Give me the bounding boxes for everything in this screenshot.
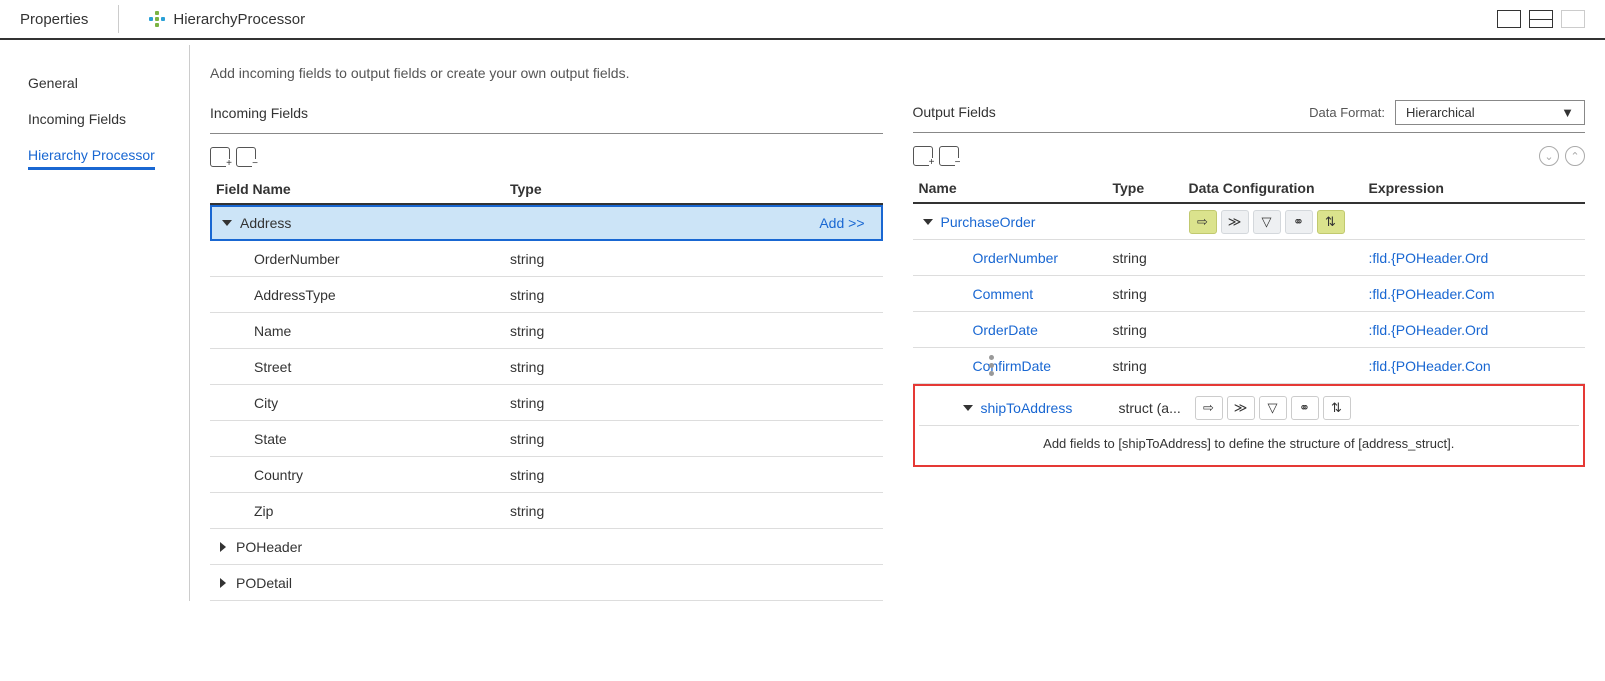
caret-right-icon[interactable] bbox=[220, 578, 226, 588]
output-row[interactable]: OrderDatestring:fld.{POHeader.Ord bbox=[913, 312, 1586, 348]
incoming-row[interactable]: Statestring bbox=[210, 421, 883, 457]
processor-name: HierarchyProcessor bbox=[173, 11, 305, 28]
layout-minimize-icon[interactable] bbox=[1561, 10, 1585, 28]
data-format-select[interactable]: Hierarchical ▼ bbox=[1395, 100, 1585, 125]
shipto-highlight: shipToAddress struct (a... ⇨ ≫ ▽ ⚭ ⇅ Add… bbox=[913, 384, 1586, 467]
header-divider bbox=[118, 5, 119, 33]
layout-switcher bbox=[1497, 10, 1585, 28]
incoming-row[interactable]: OrderNumberstring bbox=[210, 241, 883, 277]
incoming-row-address[interactable]: Address Add >> bbox=[210, 205, 883, 241]
incoming-row-group[interactable]: POHeader bbox=[210, 529, 883, 565]
incoming-row[interactable]: Zipstring bbox=[210, 493, 883, 529]
collapse-up-icon[interactable]: ⌃ bbox=[1565, 146, 1585, 166]
incoming-toolbar bbox=[210, 139, 883, 175]
processor-title: HierarchyProcessor bbox=[149, 11, 305, 28]
panel-resize-grip[interactable] bbox=[989, 355, 994, 376]
output-row-purchaseorder[interactable]: PurchaseOrder ⇨ ≫ ▽ ⚭ ⇅ bbox=[913, 204, 1586, 240]
sidebar-tabs: General Incoming Fields Hierarchy Proces… bbox=[20, 45, 190, 601]
shipto-assist-message: Add fields to [shipToAddress] to define … bbox=[919, 426, 1580, 461]
incoming-row[interactable]: Citystring bbox=[210, 385, 883, 421]
filter-icon[interactable]: ▽ bbox=[1253, 210, 1281, 234]
sidebar-item-hierarchy-processor[interactable]: Hierarchy Processor bbox=[20, 137, 189, 173]
output-col-expression: Expression bbox=[1369, 180, 1586, 196]
output-toolbar: ⌄ ⌃ bbox=[913, 138, 1586, 174]
expression-link[interactable]: :fld.{POHeader.Ord bbox=[1369, 322, 1489, 338]
filter-icon[interactable]: ▽ bbox=[1259, 396, 1287, 420]
properties-label: Properties bbox=[20, 11, 88, 28]
layout-split-icon[interactable] bbox=[1529, 10, 1553, 28]
layout-single-icon[interactable] bbox=[1497, 10, 1521, 28]
group-by-icon[interactable]: ⚭ bbox=[1285, 210, 1313, 234]
expand-all-button[interactable] bbox=[210, 147, 230, 167]
sidebar-item-general[interactable]: General bbox=[20, 65, 189, 101]
output-col-name: Name bbox=[913, 180, 1113, 196]
order-by-icon[interactable]: ⇅ bbox=[1323, 396, 1351, 420]
group-by-icon[interactable]: ⚭ bbox=[1291, 396, 1319, 420]
caret-right-icon[interactable] bbox=[220, 542, 226, 552]
caret-down-icon[interactable] bbox=[222, 220, 232, 226]
caret-down-icon[interactable] bbox=[923, 219, 933, 225]
incoming-fields-title: Incoming Fields bbox=[210, 105, 308, 121]
collapse-all-button[interactable] bbox=[939, 146, 959, 166]
incoming-sources-icon[interactable]: ⇨ bbox=[1189, 210, 1217, 234]
incoming-fields-panel: Add incoming fields to output fields or … bbox=[210, 65, 883, 601]
incoming-row[interactable]: AddressTypestring bbox=[210, 277, 883, 313]
expand-down-icon[interactable]: ⌄ bbox=[1539, 146, 1559, 166]
output-col-config: Data Configuration bbox=[1189, 180, 1369, 196]
data-format-label: Data Format: bbox=[1309, 105, 1385, 120]
output-col-type: Type bbox=[1113, 180, 1189, 196]
join-icon[interactable]: ≫ bbox=[1227, 396, 1255, 420]
output-table-header: Name Type Data Configuration Expression bbox=[913, 174, 1586, 204]
incoming-row[interactable]: Namestring bbox=[210, 313, 883, 349]
order-by-icon[interactable]: ⇅ bbox=[1317, 210, 1345, 234]
output-fields-panel: Output Fields Data Format: Hierarchical … bbox=[913, 65, 1586, 601]
output-row[interactable]: OrderNumberstring:fld.{POHeader.Ord bbox=[913, 240, 1586, 276]
expand-all-button[interactable] bbox=[913, 146, 933, 166]
sidebar-item-incoming-fields[interactable]: Incoming Fields bbox=[20, 101, 189, 137]
properties-header: Properties HierarchyProcessor bbox=[0, 0, 1605, 40]
incoming-col-fieldname: Field Name bbox=[210, 181, 510, 197]
expression-link[interactable]: :fld.{POHeader.Com bbox=[1369, 286, 1495, 302]
incoming-row[interactable]: Streetstring bbox=[210, 349, 883, 385]
output-row[interactable]: ConfirmDatestring:fld.{POHeader.Con bbox=[913, 348, 1586, 384]
incoming-sources-icon[interactable]: ⇨ bbox=[1195, 396, 1223, 420]
join-icon[interactable]: ≫ bbox=[1221, 210, 1249, 234]
output-fields-title: Output Fields bbox=[913, 104, 996, 120]
incoming-col-type: Type bbox=[510, 181, 670, 197]
instruction-text: Add incoming fields to output fields or … bbox=[210, 65, 883, 81]
chevron-down-icon: ▼ bbox=[1561, 105, 1574, 120]
add-field-button[interactable]: Add >> bbox=[819, 215, 864, 231]
output-row[interactable]: Commentstring:fld.{POHeader.Com bbox=[913, 276, 1586, 312]
caret-down-icon[interactable] bbox=[963, 405, 973, 411]
incoming-row[interactable]: Countrystring bbox=[210, 457, 883, 493]
incoming-table-header: Field Name Type bbox=[210, 175, 883, 205]
expression-link[interactable]: :fld.{POHeader.Con bbox=[1369, 358, 1491, 374]
output-row-shiptoaddress[interactable]: shipToAddress struct (a... ⇨ ≫ ▽ ⚭ ⇅ bbox=[919, 390, 1580, 426]
expression-link[interactable]: :fld.{POHeader.Ord bbox=[1369, 250, 1489, 266]
hierarchy-processor-icon bbox=[149, 11, 165, 27]
incoming-row-group[interactable]: PODetail bbox=[210, 565, 883, 601]
collapse-all-button[interactable] bbox=[236, 147, 256, 167]
